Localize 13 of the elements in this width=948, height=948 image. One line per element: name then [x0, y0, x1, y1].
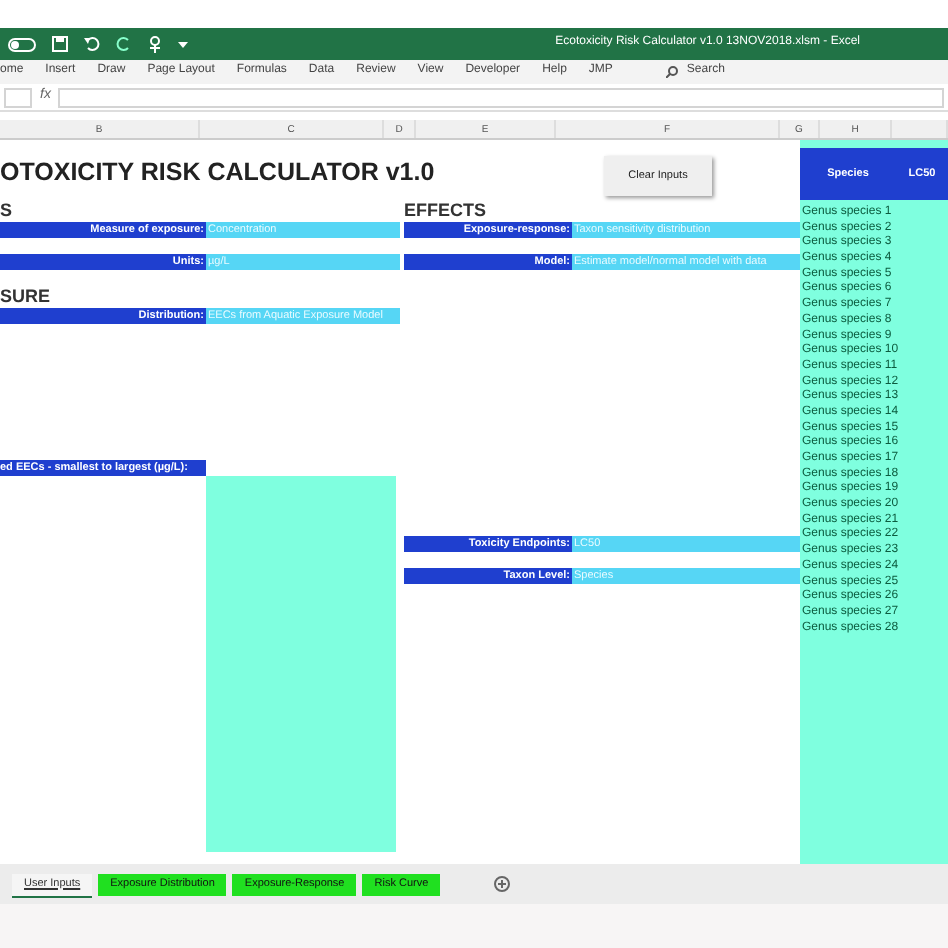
section-heading: EFFECTS	[404, 200, 489, 222]
undo-icon[interactable]	[84, 36, 100, 52]
section-heading: S	[0, 200, 15, 222]
input-area[interactable]	[206, 476, 396, 852]
section-heading: SURE	[0, 286, 53, 308]
customize-toolbar-icon[interactable]	[178, 40, 188, 48]
formula-input[interactable]	[58, 87, 944, 107]
save-icon[interactable]	[52, 36, 68, 52]
sheet-title: OTOXICITY RISK CALCULATOR v1.0	[0, 156, 435, 190]
add-sheet-icon[interactable]	[494, 876, 511, 892]
search-icon[interactable]	[666, 66, 679, 78]
autosave-toggle-icon[interactable]	[8, 37, 36, 51]
redo-icon	[116, 36, 132, 52]
